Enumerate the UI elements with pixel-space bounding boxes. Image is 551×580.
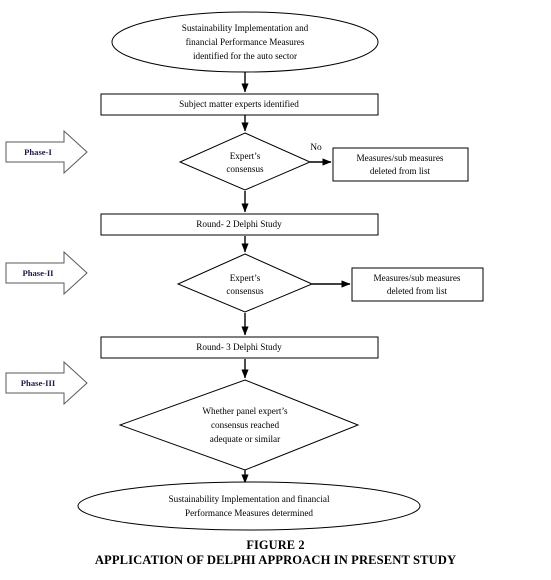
decision1-no-label: No xyxy=(310,143,322,153)
end-ellipse-line2: Performance Measures determined xyxy=(185,508,313,518)
node-deleted-box-1: Measures/sub measures deleted from list xyxy=(332,147,469,182)
phase-3-label: Phase-III xyxy=(21,378,56,388)
node-deleted-box-2: Measures/sub measures deleted from list xyxy=(351,267,484,302)
node-experts-box: Subject matter experts identified xyxy=(100,93,379,116)
figure-caption-line1: FIGURE 2 xyxy=(246,538,305,552)
node-round3-box: Round- 3 Delphi Study xyxy=(100,336,379,359)
start-ellipse-line2: financial Performance Measures xyxy=(186,37,305,47)
delphi-flowchart-figure: Sustainability Implementation and financ… xyxy=(0,0,551,580)
start-ellipse-line3: identified for the auto sector xyxy=(193,51,297,61)
phase-2-label: Phase-II xyxy=(22,268,54,278)
decision1-line2: consensus xyxy=(226,164,264,174)
end-ellipse-line1: Sustainability Implementation and financ… xyxy=(169,494,330,504)
decision1-shape xyxy=(178,132,312,191)
decision3-line2: consensus reached xyxy=(211,420,280,430)
node-end-ellipse: Sustainability Implementation and financ… xyxy=(77,481,421,531)
deleted-box2-line1: Measures/sub measures xyxy=(373,273,460,283)
end-ellipse-shape xyxy=(77,481,421,531)
phase-arrow-2: Phase-II xyxy=(5,250,88,296)
decision3-line3: adequate or similar xyxy=(210,434,280,444)
round3-box-label: Round- 3 Delphi Study xyxy=(196,342,282,352)
node-start-ellipse: Sustainability Implementation and financ… xyxy=(111,11,379,73)
decision2-line2: consensus xyxy=(226,286,264,296)
node-decision-3: Whether panel expert’s consensus reached… xyxy=(118,379,360,471)
deleted-box1-line1: Measures/sub measures xyxy=(356,153,443,163)
node-decision-2: Expert’s consensus xyxy=(176,253,314,313)
deleted-box2-line2: deleted from list xyxy=(387,286,448,296)
decision2-line1: Expert’s xyxy=(230,273,261,283)
phase-1-label: Phase-I xyxy=(24,147,52,157)
start-ellipse-line1: Sustainability Implementation and xyxy=(182,23,309,33)
deleted-box1-line2: deleted from list xyxy=(370,166,431,176)
flowchart-canvas: Sustainability Implementation and financ… xyxy=(5,11,484,531)
phase-arrow-1: Phase-I xyxy=(5,129,88,175)
node-round2-box: Round- 2 Delphi Study xyxy=(100,213,379,236)
experts-box-label: Subject matter experts identified xyxy=(179,99,299,109)
phase-arrow-3: Phase-III xyxy=(5,360,88,406)
node-decision-1: Expert’s consensus No xyxy=(178,132,322,191)
decision1-line1: Expert’s xyxy=(230,151,261,161)
figure-caption-line2: APPLICATION OF DELPHI APPROACH IN PRESEN… xyxy=(94,553,457,567)
round2-box-label: Round- 2 Delphi Study xyxy=(196,219,282,229)
decision3-line1: Whether panel expert’s xyxy=(202,406,288,416)
